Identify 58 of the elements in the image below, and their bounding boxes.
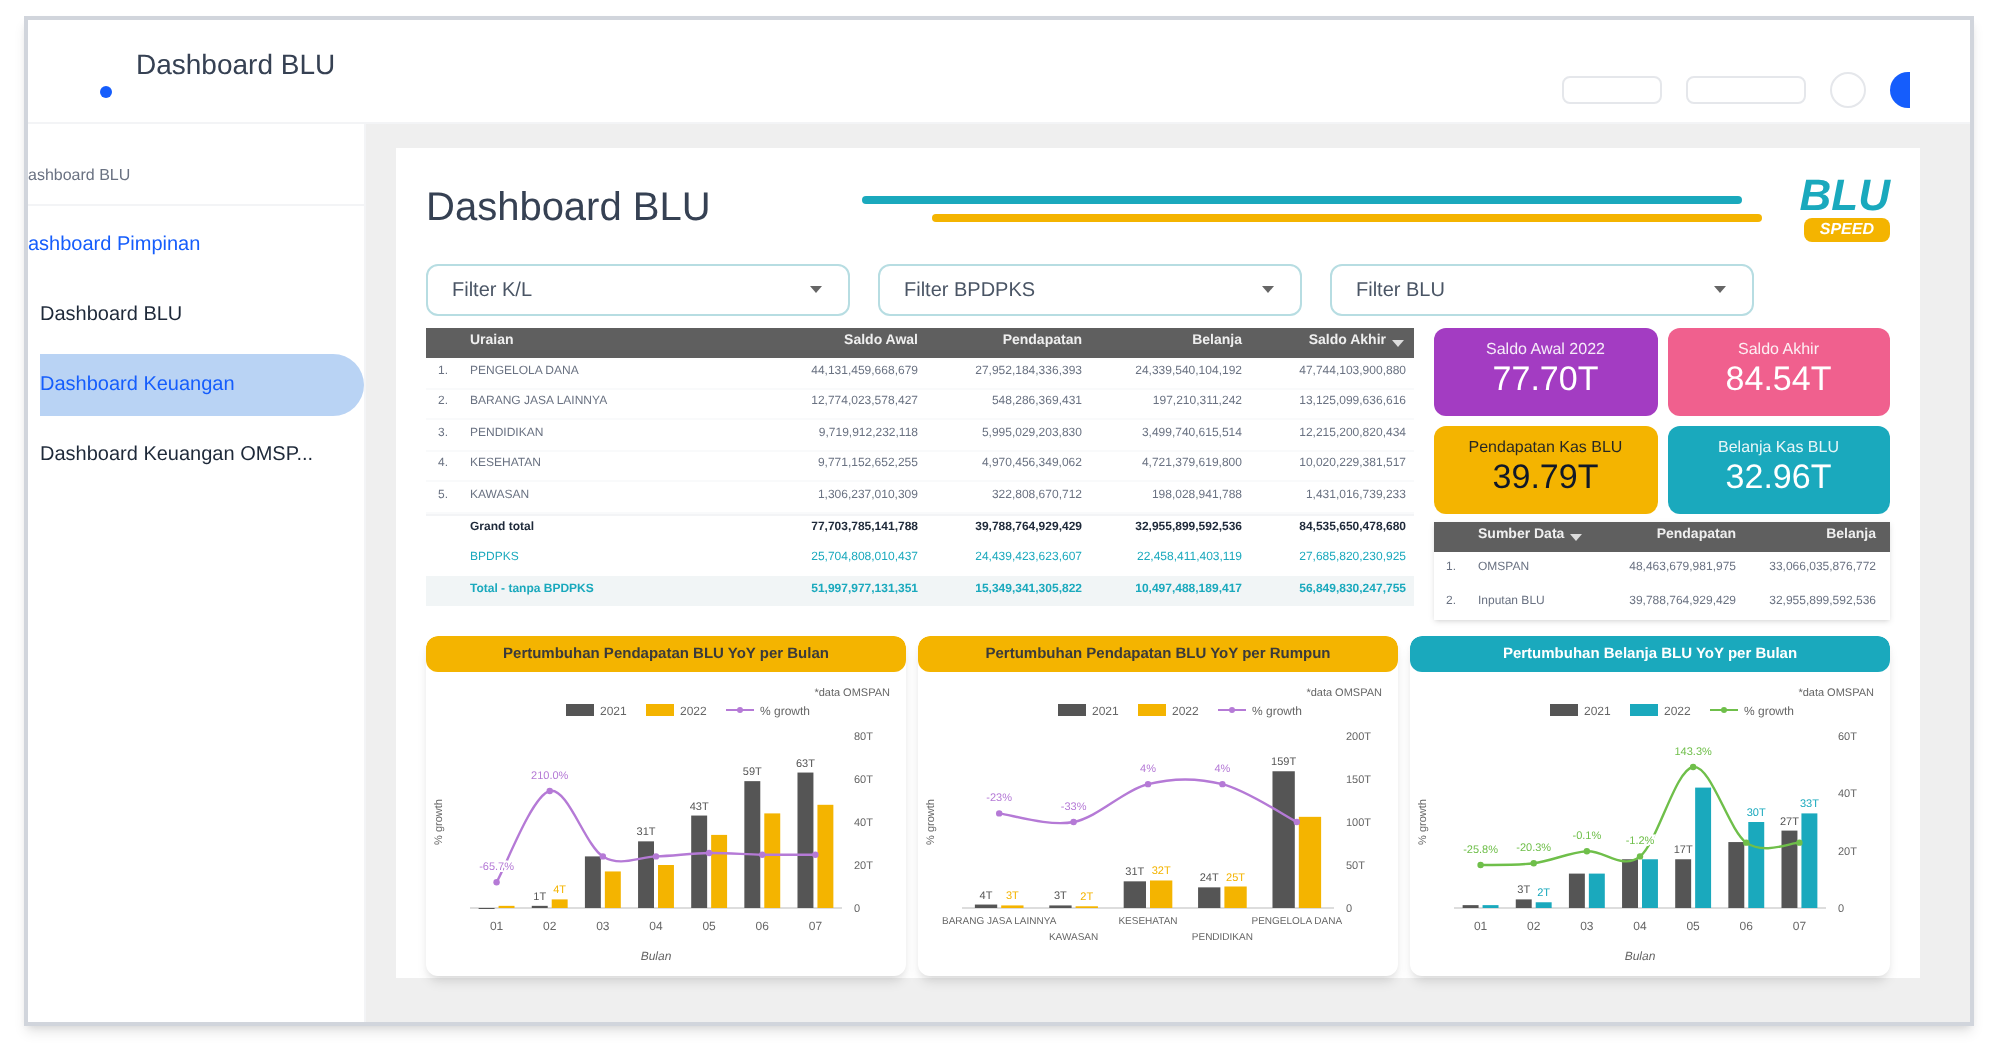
app-title: Dashboard BLU <box>136 50 336 78</box>
chart-bar <box>1298 816 1322 908</box>
chart-bar <box>1515 899 1532 908</box>
chart-bar <box>638 841 654 908</box>
caret-icon <box>1712 284 1728 296</box>
logo: BLU SPEED <box>1799 174 1890 242</box>
toolbar-button[interactable] <box>1562 76 1662 104</box>
chart-bar <box>1588 873 1605 908</box>
chart-bar <box>1123 881 1146 908</box>
kpi-value: 77.70T <box>1492 358 1599 402</box>
chart-bar <box>1568 873 1585 908</box>
kpi-label: Pendapatan Kas BLU <box>1468 440 1623 457</box>
chart-bar <box>797 772 814 908</box>
chart-bar <box>1150 880 1173 908</box>
chart-bar <box>744 781 761 908</box>
caret-icon <box>1260 284 1276 296</box>
chart-bar <box>1801 813 1818 908</box>
chart-bar <box>1675 859 1692 908</box>
kpi-value: 84.54T <box>1725 358 1832 402</box>
chart-bar <box>1198 887 1221 908</box>
kpi-label: Belanja Kas BLU <box>1718 440 1839 457</box>
chart-bar <box>658 865 674 908</box>
kpi-value: 39.79T <box>1492 456 1599 500</box>
chart-bar <box>764 813 781 908</box>
toolbar-button[interactable] <box>1830 72 1866 108</box>
app-icon <box>100 86 112 98</box>
chart-bar <box>604 871 621 908</box>
chart-bar <box>1622 859 1638 908</box>
sidebar-item[interactable]: Dashboard Keuangan OMSP... <box>40 424 364 486</box>
avatar-icon[interactable] <box>1890 72 1910 108</box>
chart-bar <box>711 834 728 908</box>
caret-icon <box>1390 337 1406 349</box>
filter-dropdown[interactable]: Filter K/L <box>426 264 850 316</box>
filter-dropdown[interactable]: Filter BLU <box>1330 264 1754 316</box>
sidebar-heading: ashboard BLU <box>28 148 364 206</box>
kpi-value: 32.96T <box>1725 456 1832 500</box>
chart-bar <box>817 804 834 908</box>
kpi-label: Saldo Awal 2022 <box>1486 342 1605 359</box>
sidebar-item[interactable]: Dashboard BLU <box>40 284 364 346</box>
chart-bar <box>1272 771 1295 908</box>
toolbar-button[interactable] <box>1686 76 1806 104</box>
chart-bar <box>1781 830 1798 908</box>
chart-bar <box>584 856 601 908</box>
chart-bar <box>1695 787 1712 908</box>
sidebar-item[interactable]: Dashboard Keuangan <box>40 354 364 416</box>
filter-dropdown[interactable]: Filter BPDPKS <box>878 264 1302 316</box>
chart-bar <box>1224 886 1247 908</box>
chart-bar <box>1642 859 1658 908</box>
caret-icon <box>808 284 824 296</box>
page-title: Dashboard BLU <box>426 184 713 234</box>
chart-bar <box>1535 902 1552 908</box>
sidebar-item[interactable]: ashboard Pimpinan <box>28 214 364 276</box>
kpi-label: Saldo Akhir <box>1738 342 1819 359</box>
chart-bar <box>1728 842 1745 908</box>
chart-bar <box>1748 822 1765 908</box>
chart-bar <box>691 815 708 908</box>
caret-icon <box>1568 531 1585 543</box>
chart-bar <box>551 899 568 908</box>
